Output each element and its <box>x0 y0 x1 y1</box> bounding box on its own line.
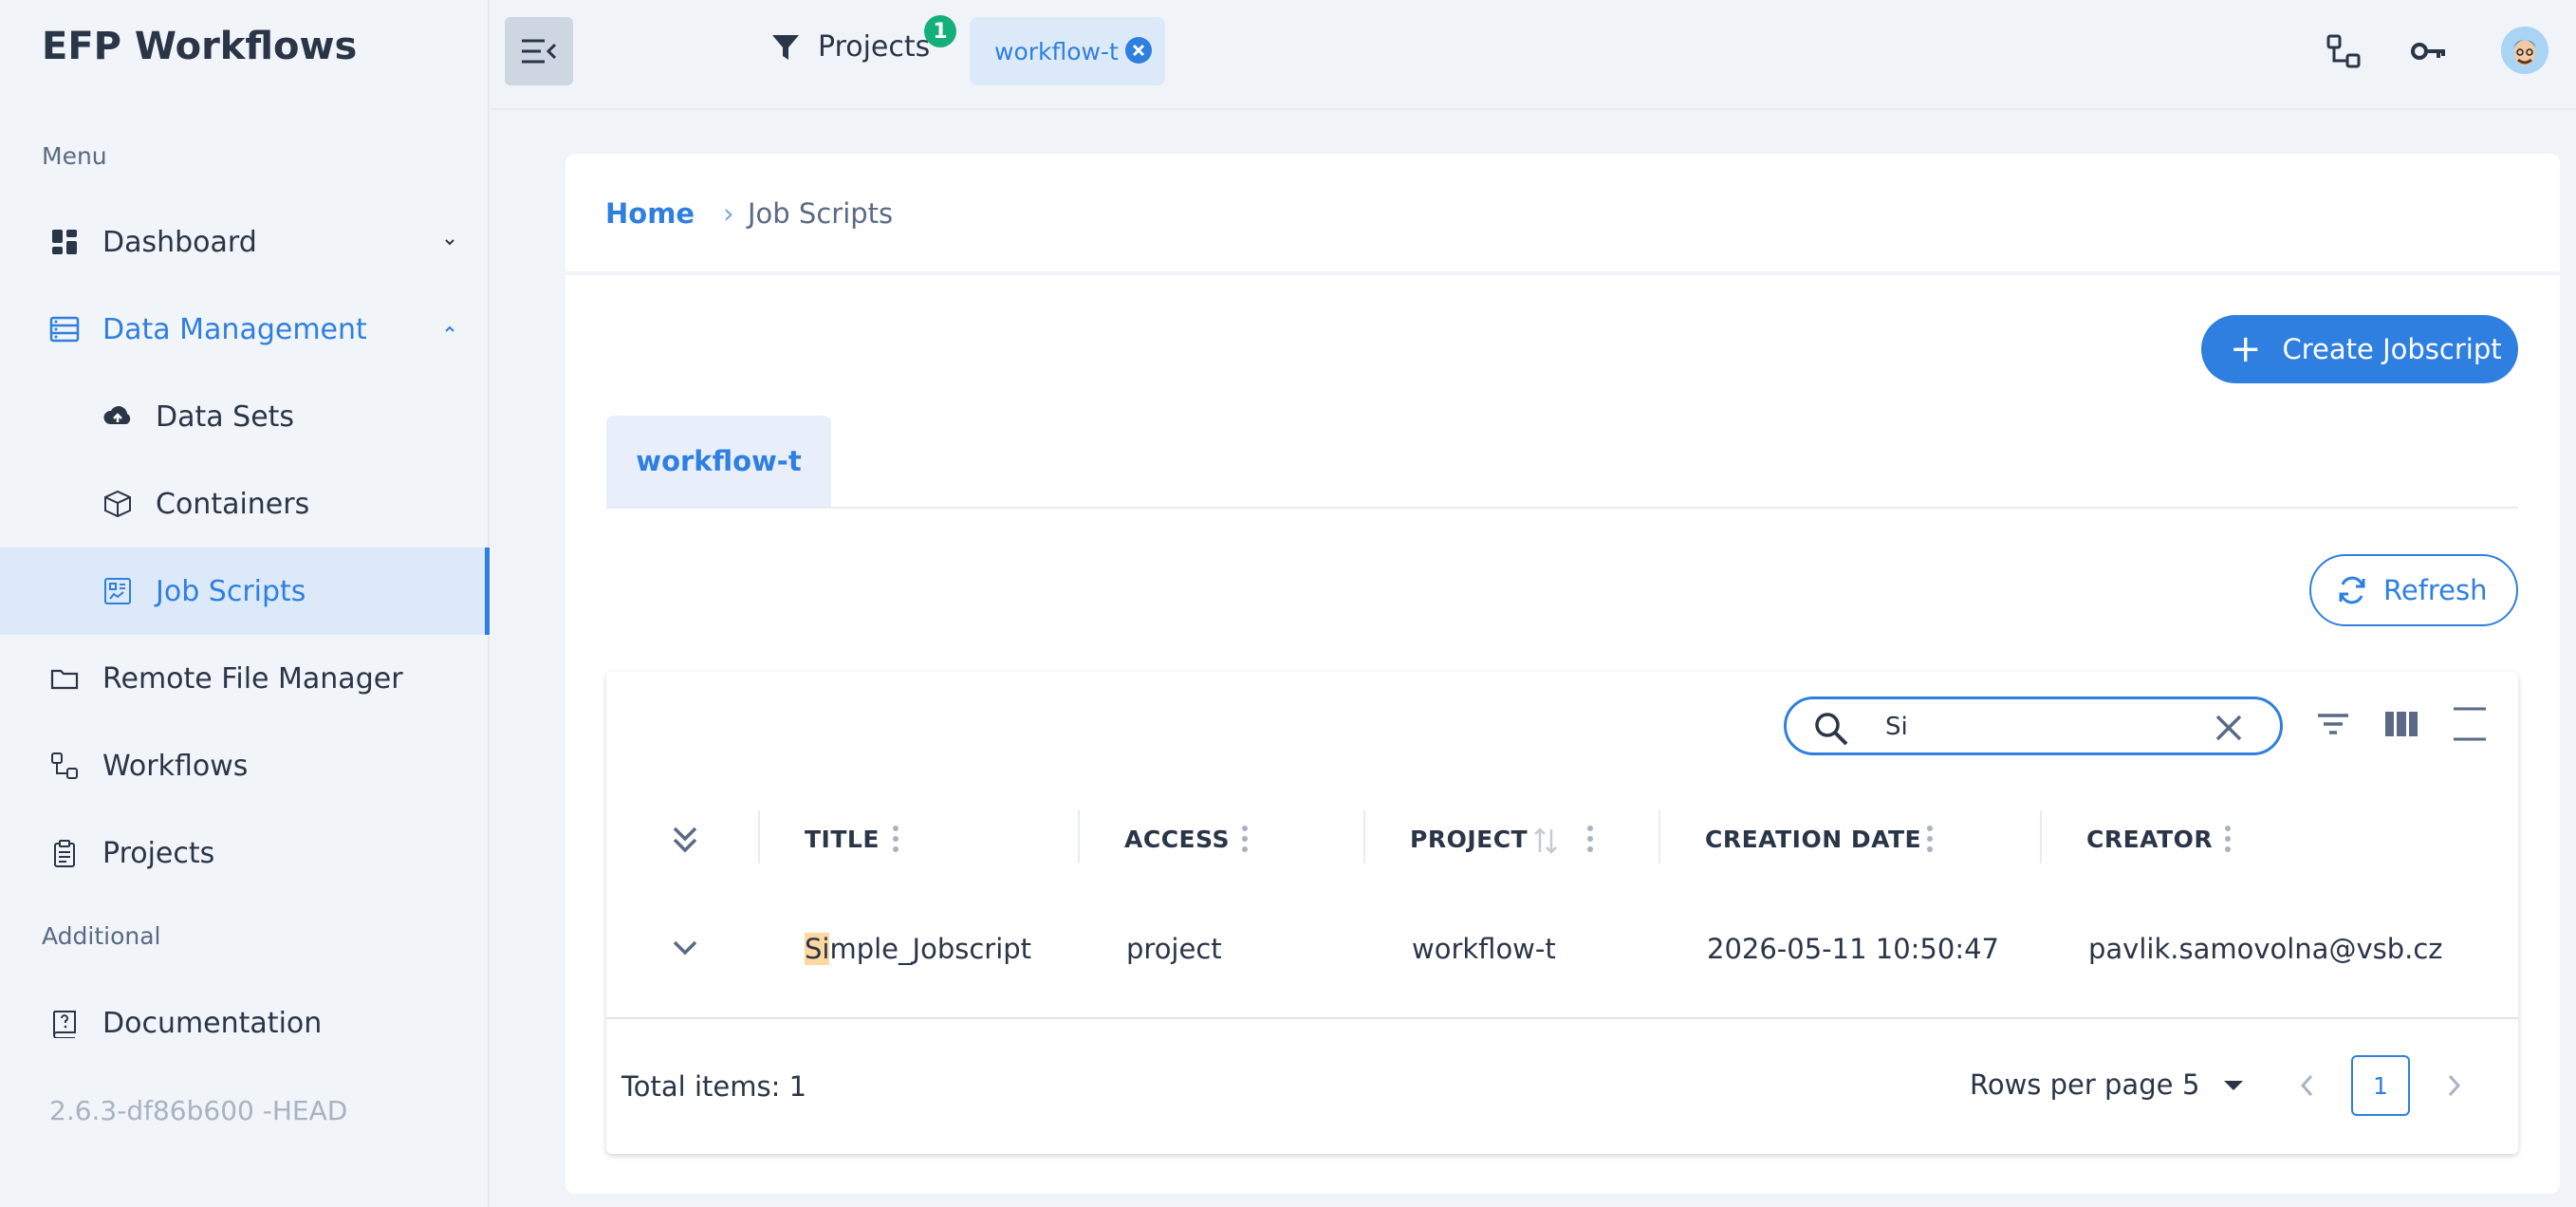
column-header-access[interactable]: ACCESS <box>1124 826 1230 853</box>
sidebar-item-label: Job Scripts <box>156 575 306 608</box>
expand-all-icon[interactable] <box>670 824 700 856</box>
search-icon <box>1815 713 1848 746</box>
sidebar-item-label: Dashboard <box>102 226 257 259</box>
additional-section-label: Additional <box>42 922 161 950</box>
close-icon[interactable] <box>2214 713 2244 743</box>
user-avatar[interactable] <box>2501 27 2548 74</box>
key-icon[interactable] <box>2410 32 2448 70</box>
sidebar-item-workflows[interactable]: Workflows <box>0 722 490 809</box>
sidebar-item-remote-file-manager[interactable]: Remote File Manager <box>0 635 490 722</box>
search-highlight: Si <box>805 933 830 965</box>
menu-section-label: Menu <box>42 142 107 170</box>
column-divider <box>1363 810 1365 863</box>
cell-title: Simple_Jobscript <box>805 933 1031 965</box>
sidebar-item-label: Data Sets <box>156 400 295 434</box>
plus-icon: + <box>2230 327 2262 371</box>
dashboard-icon <box>52 230 77 254</box>
rows-per-page-label: Rows per page <box>1970 1068 2174 1101</box>
prev-page-icon[interactable] <box>2296 1070 2319 1101</box>
refresh-button[interactable]: Refresh <box>2309 554 2518 626</box>
column-header-creation-date[interactable]: CREATION DATE <box>1705 826 1921 853</box>
folder-icon <box>50 669 79 690</box>
sidebar-item-data-management[interactable]: Data Management <box>0 286 490 373</box>
column-divider <box>758 810 760 863</box>
search-input[interactable]: Si <box>1784 696 2283 755</box>
total-items: Total items: 1 <box>621 1070 807 1103</box>
columns-icon[interactable] <box>2383 706 2419 742</box>
script-icon <box>104 578 131 604</box>
sidebar-item-dashboard[interactable]: Dashboard <box>0 198 490 286</box>
breadcrumb-home-link[interactable]: Home <box>605 197 695 230</box>
projects-filter-label: Projects <box>818 30 931 64</box>
tabs-divider <box>606 507 2518 509</box>
workflow-icon <box>51 752 78 779</box>
column-header-project[interactable]: PROJECT <box>1410 826 1528 853</box>
sidebar-item-containers[interactable]: Containers <box>0 460 490 548</box>
filter-list-icon[interactable] <box>2315 706 2351 742</box>
sidebar-item-label: Workflows <box>102 750 249 783</box>
projects-filter-button[interactable]: Projects <box>770 30 930 64</box>
box-icon <box>104 490 131 518</box>
workflow-icon[interactable] <box>2325 32 2363 70</box>
database-icon <box>49 316 80 343</box>
header-divider <box>491 108 2576 110</box>
create-jobscript-label: Create Jobscript <box>2282 333 2502 365</box>
cloud-upload-icon <box>103 406 131 424</box>
column-header-title[interactable]: TITLE <box>805 826 880 853</box>
density-icon[interactable] <box>2452 706 2488 742</box>
caret-down-icon <box>2224 1081 2243 1090</box>
column-menu-icon[interactable] <box>1241 824 1249 854</box>
projects-count-badge: 1 <box>924 15 956 47</box>
expand-row-icon[interactable] <box>670 934 700 962</box>
sort-icon[interactable] <box>1531 826 1560 856</box>
sidebar-item-label: Projects <box>102 837 215 870</box>
column-menu-icon[interactable] <box>1586 824 1594 854</box>
sidebar-item-label: Data Management <box>102 313 367 346</box>
column-header-creator[interactable]: CREATOR <box>2086 826 2213 853</box>
cell-creator: pavlik.samovolna@vsb.cz <box>2088 933 2443 965</box>
app-title: EFP Workflows <box>42 25 358 68</box>
menu-collapse-icon <box>522 39 557 64</box>
cell-creation-date: 2026-05-11 10:50:47 <box>1707 933 1999 965</box>
refresh-label: Refresh <box>2383 574 2488 606</box>
chevron-down-icon <box>445 239 454 246</box>
sidebar-item-documentation[interactable]: Documentation <box>0 979 490 1067</box>
next-page-icon[interactable] <box>2442 1070 2465 1101</box>
refresh-icon <box>2339 576 2365 604</box>
tab-workflow-t[interactable]: workflow-t <box>606 416 831 507</box>
rows-per-page-value: 5 <box>2182 1068 2200 1101</box>
sidebar-item-label: Containers <box>156 488 310 521</box>
book-question-icon <box>53 1011 76 1038</box>
column-divider <box>1659 810 1660 863</box>
search-value: Si <box>1885 713 1908 741</box>
sidebar: EFP Workflows Menu Dashboard Data Manage… <box>0 0 490 1207</box>
column-menu-icon[interactable] <box>892 824 899 854</box>
clipboard-icon <box>54 840 75 867</box>
sidebar-item-job-scripts[interactable]: Job Scripts <box>0 548 490 635</box>
table-footer-divider <box>606 1017 2518 1019</box>
page-button-1[interactable]: 1 <box>2351 1055 2410 1116</box>
column-menu-icon[interactable] <box>1926 824 1934 854</box>
column-menu-icon[interactable] <box>2224 824 2232 854</box>
sidebar-item-projects[interactable]: Projects <box>0 809 490 897</box>
app-version: 2.6.3-df86b600 -HEAD <box>49 1095 348 1126</box>
filter-icon <box>772 34 799 60</box>
breadcrumb: Home › Job Scripts <box>565 154 2560 271</box>
sidebar-item-data-sets[interactable]: Data Sets <box>0 373 490 460</box>
remove-project-icon[interactable] <box>1125 37 1152 64</box>
sidebar-item-label: Documentation <box>102 1007 323 1040</box>
create-jobscript-button[interactable]: + Create Jobscript <box>2201 315 2518 383</box>
breadcrumb-separator: › <box>723 197 734 230</box>
sidebar-toggle-button[interactable] <box>505 17 573 85</box>
sidebar-item-label: Remote File Manager <box>102 662 403 696</box>
breadcrumb-current: Job Scripts <box>748 197 894 230</box>
chevron-up-icon <box>445 325 454 332</box>
cell-project: workflow-t <box>1412 933 1556 965</box>
cell-title-rest: mple_Jobscript <box>829 933 1032 965</box>
column-divider <box>1078 810 1080 863</box>
selected-project-label: workflow-t <box>994 37 1119 65</box>
column-divider <box>2040 810 2042 863</box>
cell-access: project <box>1126 933 1222 965</box>
